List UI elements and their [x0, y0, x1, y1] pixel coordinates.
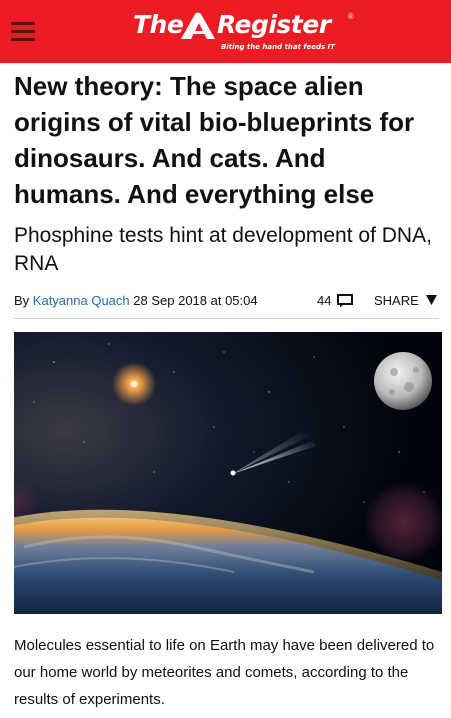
- space-comet-earth-moon-image: [14, 332, 442, 614]
- article-standfirst: Phosphine tests hint at development of D…: [14, 224, 432, 275]
- author-link[interactable]: Katyanna Quach: [33, 293, 130, 308]
- logo-tagline: Biting the hand that feeds IT: [221, 43, 335, 51]
- byline: By Katyanna Quach 28 Sep 2018 at 05:04 4…: [14, 292, 439, 312]
- article-body: Molecules essential to life on Earth may…: [14, 637, 435, 708]
- byline-divider: [14, 318, 439, 319]
- byline-prefix: By: [14, 293, 33, 308]
- comment-bubble-icon: [337, 294, 354, 308]
- hamburger-menu-icon[interactable]: [10, 20, 38, 44]
- byline-text: By Katyanna Quach 28 Sep 2018 at 05:04: [14, 292, 258, 310]
- share-label: SHARE: [374, 293, 419, 308]
- logo-register-text: Register: [217, 10, 331, 39]
- site-header: The Register ® Biting the hand that feed…: [0, 0, 451, 63]
- article-headline: New theory: The space alien origins of v…: [14, 71, 415, 209]
- caret-down-icon: [426, 295, 438, 305]
- site-logo[interactable]: The Register ® Biting the hand that feed…: [133, 8, 363, 56]
- page: The Register ® Biting the hand that feed…: [0, 0, 451, 718]
- comment-count: 44: [317, 293, 332, 308]
- comments-link[interactable]: 44: [317, 292, 354, 310]
- hero-image: [14, 332, 442, 614]
- logo-the-text: The: [133, 10, 184, 39]
- publish-date: 28 Sep 2018 at 05:04: [129, 293, 258, 308]
- vulture-logo-icon: [181, 12, 215, 39]
- share-button[interactable]: SHARE: [374, 292, 438, 310]
- registered-mark: ®: [348, 12, 354, 21]
